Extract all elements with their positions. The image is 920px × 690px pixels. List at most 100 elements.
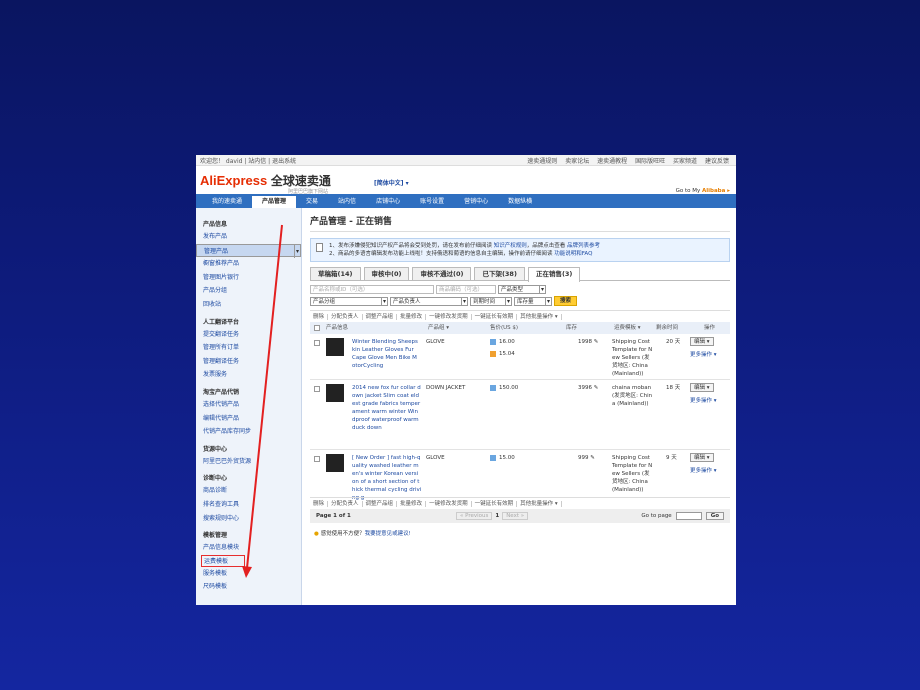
tab-rejected[interactable]: 审核不通过(0) bbox=[412, 267, 472, 280]
stock-value[interactable]: 3996 ✎ bbox=[578, 384, 598, 392]
batch-extend-validity[interactable]: 一键延长有效期 bbox=[471, 501, 518, 507]
product-type-select[interactable]: 产品类型 bbox=[498, 284, 546, 294]
sidebar-item[interactable]: 提交翻译任务 bbox=[203, 328, 301, 342]
sidebar-item[interactable]: 管理所有订单 bbox=[203, 341, 301, 355]
tab-offline[interactable]: 已下架(38) bbox=[474, 267, 525, 280]
pencil-icon[interactable]: ✎ bbox=[594, 385, 599, 391]
nav-trade[interactable]: 交易 bbox=[296, 196, 328, 208]
nav-data[interactable]: 数据纵横 bbox=[498, 196, 542, 208]
top-link[interactable]: 卖家论坛 bbox=[562, 158, 592, 165]
edit-button[interactable]: 编辑 ▾ bbox=[690, 383, 714, 392]
batch-ship-period[interactable]: 一键修改发货期 bbox=[426, 314, 472, 320]
batch-ship-period[interactable]: 一键修改发货期 bbox=[426, 501, 472, 507]
product-name-input[interactable]: 产品名称或ID（可选） bbox=[310, 284, 434, 294]
expire-time-select[interactable]: 到期时间 bbox=[470, 296, 512, 306]
nav-product-management[interactable]: 产品管理 bbox=[252, 196, 297, 208]
product-title-link[interactable]: 2014 new fox fur collar d own jacket Slim… bbox=[352, 384, 428, 432]
sidebar-item[interactable]: 运费模板 bbox=[201, 554, 245, 567]
next-page-button[interactable]: Next » bbox=[502, 512, 529, 520]
sidebar-item[interactable]: 服务模板 bbox=[203, 567, 301, 581]
sidebar-item[interactable]: 发布产品 bbox=[203, 230, 301, 244]
goto-alibaba-link[interactable]: Go to My Alibaba ▸ bbox=[676, 188, 730, 194]
batch-assign-owner[interactable]: 分配负责人 bbox=[328, 314, 363, 320]
product-group-select[interactable]: 产品分组 bbox=[310, 296, 388, 306]
col-shipping-template[interactable]: 运费模板 ▾ bbox=[614, 324, 641, 332]
sidebar-item[interactable]: 编辑代销产品 bbox=[203, 412, 301, 426]
col-price[interactable]: 售价(US $) bbox=[490, 324, 518, 332]
product-owner-select[interactable]: 产品负责人 bbox=[390, 296, 468, 306]
ip-rules-link[interactable]: 知识产权规则 bbox=[494, 243, 527, 249]
go-button[interactable]: Go bbox=[705, 512, 724, 520]
batch-other[interactable]: 其他批量操作 ▾ bbox=[517, 501, 562, 507]
feedback-link[interactable]: 我要提意见或建议! bbox=[365, 531, 411, 537]
sidebar-item[interactable]: 商品诊断 bbox=[203, 484, 301, 498]
batch-assign-owner[interactable]: 分配负责人 bbox=[328, 501, 363, 507]
nav-account-settings[interactable]: 账号设置 bbox=[410, 196, 454, 208]
sidebar-item[interactable]: 搜索规则中心 bbox=[203, 512, 301, 526]
product-thumbnail[interactable] bbox=[326, 338, 344, 356]
search-button[interactable]: 搜索 bbox=[554, 296, 578, 306]
sidebar-item[interactable]: 管理翻译任务 bbox=[203, 355, 301, 369]
product-code-input[interactable]: 商品编码（可选） bbox=[436, 284, 496, 294]
stock-value[interactable]: 999 ✎ bbox=[578, 454, 595, 462]
sidebar-item[interactable]: 选择代销产品 bbox=[203, 398, 301, 412]
batch-delete[interactable]: 删除 bbox=[310, 501, 329, 507]
batch-edit[interactable]: 批量修改 bbox=[397, 501, 427, 507]
nav-store-center[interactable]: 店铺中心 bbox=[366, 196, 410, 208]
sidebar-item[interactable]: 回收站 bbox=[203, 298, 301, 312]
tab-reviewing[interactable]: 审核中(0) bbox=[363, 267, 410, 280]
row-checkbox[interactable] bbox=[314, 340, 320, 346]
aliexpress-logo[interactable]: AliExpress 全球速卖通 bbox=[200, 172, 331, 189]
top-link[interactable]: 买家频道 bbox=[670, 158, 700, 165]
nav-messages[interactable]: 站内信 bbox=[328, 196, 366, 208]
tab-drafts[interactable]: 草稿箱(14) bbox=[310, 267, 361, 280]
more-actions-link[interactable]: 更多操作 ▾ bbox=[690, 350, 717, 358]
nav-marketing[interactable]: 营销中心 bbox=[454, 196, 498, 208]
more-actions-link[interactable]: 更多操作 ▾ bbox=[690, 396, 717, 404]
sidebar-item[interactable]: 排名查询工具 bbox=[203, 498, 301, 512]
sidebar-item[interactable]: 橱窗推荐产品 bbox=[203, 257, 301, 271]
page-number[interactable]: 1 bbox=[495, 513, 499, 519]
sidebar-item[interactable]: 代销产品库存同步 bbox=[203, 425, 301, 439]
edit-button[interactable]: 编辑 ▾ bbox=[690, 337, 714, 346]
tab-on-sale[interactable]: 正在销售(3) bbox=[527, 267, 581, 282]
sidebar-item[interactable]: 管理图片银行 bbox=[203, 271, 301, 285]
faq-link[interactable]: 功能说明和FAQ bbox=[554, 251, 592, 257]
sidebar-item[interactable]: 发票服务 bbox=[203, 368, 301, 382]
sidebar-item[interactable]: 产品分组 bbox=[203, 284, 301, 298]
product-thumbnail[interactable] bbox=[326, 454, 344, 472]
pencil-icon[interactable]: ✎ bbox=[590, 455, 595, 461]
sidebar-item[interactable]: 管理产品 bbox=[196, 243, 301, 258]
batch-extend-validity[interactable]: 一键延长有效期 bbox=[471, 314, 518, 320]
col-group[interactable]: 产品组 ▾ bbox=[428, 324, 449, 332]
sidebar-item[interactable]: 尺码模板 bbox=[203, 580, 301, 594]
product-title-link[interactable]: Winter Blending Sheeps kin Leather Gloves… bbox=[352, 338, 428, 370]
sidebar-item[interactable]: 阿里巴巴外贸货源 bbox=[203, 455, 301, 469]
sidebar-item[interactable]: 产品信息模块 bbox=[203, 541, 301, 555]
brand-list-link[interactable]: 品牌列表参考 bbox=[567, 243, 600, 249]
pencil-icon[interactable]: ✎ bbox=[594, 339, 599, 345]
top-link[interactable]: 速卖通教程 bbox=[594, 158, 630, 165]
top-link[interactable]: 速卖通规则 bbox=[524, 158, 560, 165]
stock-select[interactable]: 库存量 bbox=[514, 296, 552, 306]
batch-delete[interactable]: 删除 bbox=[310, 314, 329, 320]
language-selector[interactable]: [简体中文] ▾ bbox=[374, 178, 409, 187]
select-all-checkbox[interactable] bbox=[314, 325, 320, 331]
more-actions-link[interactable]: 更多操作 ▾ bbox=[690, 466, 717, 474]
row-checkbox[interactable] bbox=[314, 386, 320, 392]
batch-adjust-group[interactable]: 调整产品组 bbox=[362, 501, 398, 507]
batch-adjust-group[interactable]: 调整产品组 bbox=[362, 314, 398, 320]
stock-value[interactable]: 1998 ✎ bbox=[578, 338, 598, 346]
top-link[interactable]: 建议反馈 bbox=[702, 158, 732, 165]
col-stock[interactable]: 库存 bbox=[566, 324, 577, 332]
product-title-link[interactable]: [ New Order ] fast high-q uality washed l… bbox=[352, 454, 428, 502]
product-thumbnail[interactable] bbox=[326, 384, 344, 402]
goto-page-input[interactable] bbox=[675, 512, 702, 520]
batch-edit[interactable]: 批量修改 bbox=[397, 314, 427, 320]
top-link[interactable]: 国际版旺旺 bbox=[632, 158, 668, 165]
batch-other[interactable]: 其他批量操作 ▾ bbox=[517, 314, 562, 320]
nav-my-aliexpress[interactable]: 我的速卖通 bbox=[202, 196, 252, 208]
row-checkbox[interactable] bbox=[314, 456, 320, 462]
edit-button[interactable]: 编辑 ▾ bbox=[690, 453, 714, 462]
previous-page-button[interactable]: « Previous bbox=[456, 512, 493, 520]
